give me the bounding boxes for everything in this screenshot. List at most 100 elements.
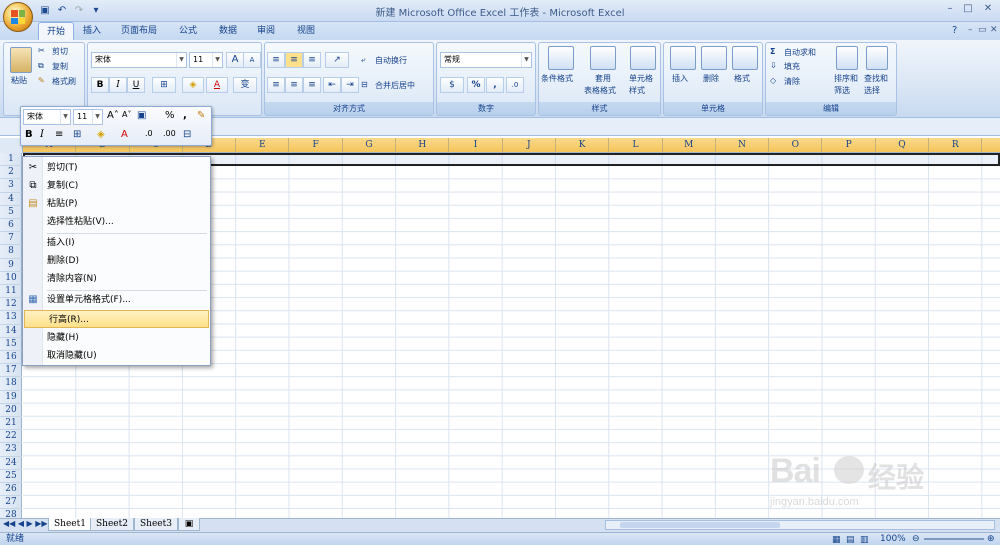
grow-font-button[interactable]: A xyxy=(226,52,244,68)
shrink-font-button[interactable]: A xyxy=(243,52,261,68)
column-header[interactable]: G xyxy=(343,138,397,153)
row-header[interactable]: 25 xyxy=(0,470,22,483)
row-header[interactable]: 1 xyxy=(0,153,22,167)
row-header[interactable]: 19 xyxy=(0,391,22,404)
column-header[interactable]: N xyxy=(716,138,770,153)
menu-item-row-height[interactable]: 行高(R)... xyxy=(24,310,209,328)
ribbon-close-button[interactable]: ✕ xyxy=(990,25,998,35)
zoom-in-icon[interactable]: ⊕ xyxy=(987,533,995,545)
align-middle-icon[interactable]: ≡ xyxy=(285,52,303,68)
sheet-nav-icon[interactable]: ◀◀ ◀ ▶ ▶▶ xyxy=(3,519,48,528)
mini-font-combo[interactable]: 宋体 ▼ xyxy=(23,109,71,125)
row-header[interactable]: 26 xyxy=(0,483,22,497)
tab-home[interactable]: 开始 xyxy=(38,22,75,40)
align-center-icon[interactable]: ≡ xyxy=(285,77,303,93)
maximize-button[interactable]: □ xyxy=(960,3,976,17)
column-header[interactable]: P xyxy=(823,138,876,153)
phonetic-button[interactable]: 变 xyxy=(233,77,257,93)
column-header[interactable]: H xyxy=(396,138,450,153)
tab-view[interactable]: 视图 xyxy=(289,22,323,40)
bold-button[interactable]: B xyxy=(91,77,109,93)
scrollbar-thumb[interactable] xyxy=(620,522,780,528)
cell-styles-label1[interactable]: 单元格 xyxy=(629,73,653,84)
mini-increase-decimal-icon[interactable]: .0 xyxy=(145,129,153,138)
fill-color-icon[interactable]: ◈ xyxy=(182,77,204,93)
close-button[interactable]: ✕ xyxy=(980,3,996,17)
tab-formulas[interactable]: 公式 xyxy=(171,22,205,40)
zoom-slider[interactable] xyxy=(924,538,984,540)
delete-cells-icon[interactable] xyxy=(701,46,727,70)
mini-percent-button[interactable]: % xyxy=(165,110,175,121)
row-header[interactable]: 20 xyxy=(0,404,22,417)
menu-item-format-cells[interactable]: ▦ 设置单元格格式(F)... xyxy=(23,291,210,309)
normal-view-icon[interactable]: ▦ xyxy=(832,534,841,545)
sheet-tab-1[interactable]: Sheet1 xyxy=(48,518,92,531)
mini-italic-button[interactable]: I xyxy=(40,129,44,140)
mini-grow-font-icon[interactable]: A˄ xyxy=(107,110,119,121)
orientation-icon[interactable]: ↗ xyxy=(325,52,349,68)
clear-button[interactable]: 清除 xyxy=(784,76,800,87)
font-color-button[interactable]: A xyxy=(206,77,228,93)
insert-cells-button[interactable]: 插入 xyxy=(672,73,688,84)
cell-styles-icon[interactable] xyxy=(630,46,656,70)
menu-item-unhide[interactable]: 取消隐藏(U) xyxy=(23,347,210,365)
mini-comma-button[interactable]: , xyxy=(183,110,187,121)
currency-icon[interactable]: $ xyxy=(440,77,464,93)
row-header[interactable]: 5 xyxy=(0,206,22,219)
column-header[interactable]: E xyxy=(236,138,290,153)
mini-currency-icon[interactable]: ▣ xyxy=(137,110,146,121)
row-header[interactable]: 13 xyxy=(0,311,22,325)
row-header[interactable]: 4 xyxy=(0,193,22,206)
row-header[interactable]: 22 xyxy=(0,430,22,444)
column-header[interactable]: M xyxy=(663,138,716,153)
page-break-icon[interactable]: ▥ xyxy=(860,534,869,545)
underline-button[interactable]: U xyxy=(127,77,145,93)
column-header[interactable]: K xyxy=(556,138,610,153)
row-header[interactable]: 6 xyxy=(0,219,22,233)
row-header[interactable]: 17 xyxy=(0,364,22,378)
mini-font-color-icon[interactable]: A xyxy=(121,129,128,140)
menu-item-copy[interactable]: ⧉ 复制(C) xyxy=(23,177,210,195)
mini-bold-button[interactable]: B xyxy=(25,129,33,140)
font-name-combo[interactable]: 宋体 ▼ xyxy=(91,52,187,68)
sort-filter-icon[interactable] xyxy=(836,46,858,70)
row-header[interactable]: 12 xyxy=(0,298,22,312)
delete-cells-button[interactable]: 删除 xyxy=(703,73,719,84)
column-header[interactable]: L xyxy=(609,138,663,153)
mini-borders-icon[interactable]: ⊞ xyxy=(73,129,81,140)
sheet-tab-2[interactable]: Sheet2 xyxy=(90,518,134,531)
minimize-button[interactable]: – xyxy=(942,3,958,17)
align-top-icon[interactable]: ≡ xyxy=(267,52,285,68)
row-header[interactable]: 18 xyxy=(0,377,22,391)
menu-item-insert[interactable]: 插入(I) xyxy=(23,234,210,252)
autosum-button[interactable]: 自动求和 xyxy=(784,47,816,58)
percent-button[interactable]: % xyxy=(467,77,485,93)
menu-item-delete[interactable]: 删除(D) xyxy=(23,252,210,270)
mini-fill-color-icon[interactable]: ◈ xyxy=(97,129,105,140)
cell-styles-label2[interactable]: 样式 xyxy=(629,85,645,96)
conditional-format-icon[interactable] xyxy=(548,46,574,70)
tab-page-layout[interactable]: 页面布局 xyxy=(113,22,165,40)
find-select-icon[interactable] xyxy=(866,46,888,70)
menu-item-paste-special[interactable]: 选择性粘贴(V)... xyxy=(23,213,210,231)
mini-size-combo[interactable]: 11 ▼ xyxy=(73,109,103,125)
paste-button[interactable]: 粘贴 xyxy=(11,75,27,86)
copy-button[interactable]: 复制 xyxy=(52,61,68,72)
decrease-indent-icon[interactable]: ⇤ xyxy=(323,77,341,93)
tab-data[interactable]: 数据 xyxy=(211,22,245,40)
sort-filter-label1[interactable]: 排序和 xyxy=(834,73,858,84)
row-header[interactable]: 23 xyxy=(0,443,22,457)
borders-icon[interactable]: ⊞ xyxy=(152,77,176,93)
row-header[interactable]: 21 xyxy=(0,417,22,431)
align-left-icon[interactable]: ≡ xyxy=(267,77,285,93)
mini-format-painter-icon[interactable]: ✎ xyxy=(197,110,205,121)
paste-icon[interactable] xyxy=(10,47,32,73)
zoom-out-icon[interactable]: ⊖ xyxy=(912,533,920,545)
row-header[interactable]: 27 xyxy=(0,496,22,510)
row-header[interactable]: 11 xyxy=(0,285,22,299)
column-header[interactable]: F xyxy=(290,138,343,153)
column-header[interactable]: J xyxy=(503,138,556,153)
menu-item-cut[interactable]: ✂ 剪切(T) xyxy=(23,159,210,177)
fill-button[interactable]: 填充 xyxy=(784,61,800,72)
insert-sheet-icon[interactable]: ▣ xyxy=(178,518,200,531)
